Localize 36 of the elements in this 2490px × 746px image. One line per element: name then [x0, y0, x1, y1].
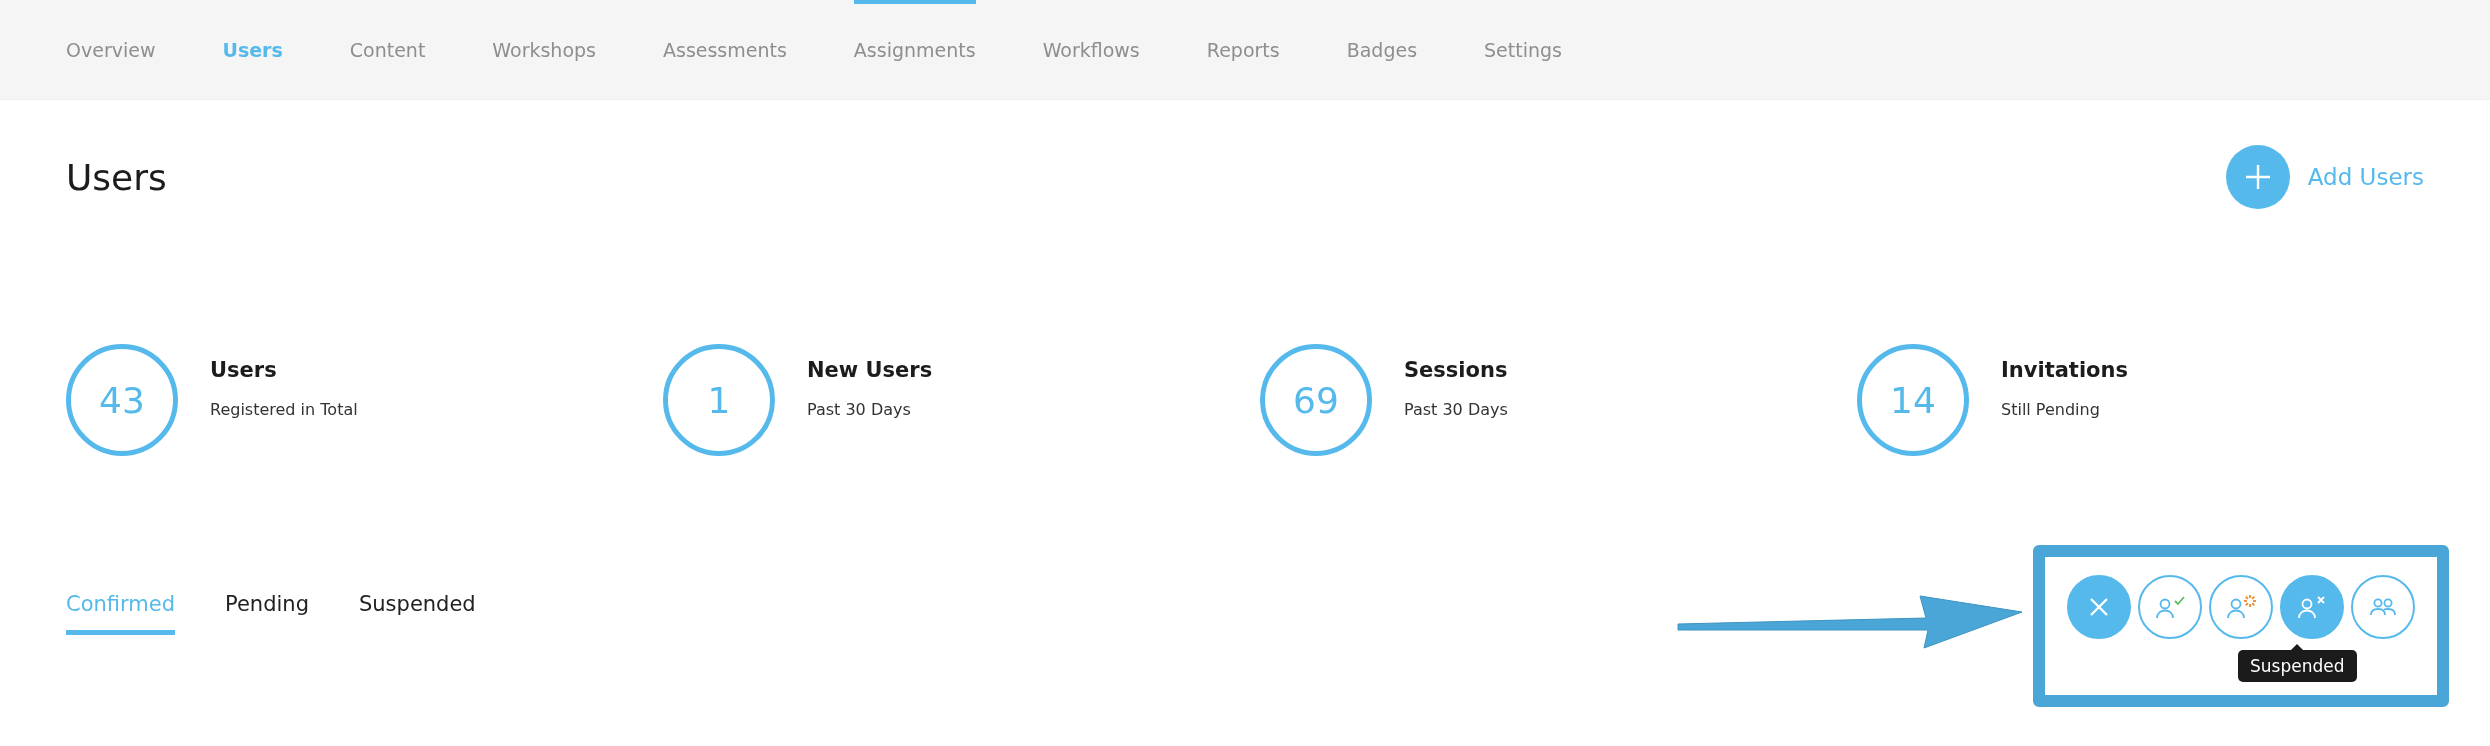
close-button[interactable]	[2067, 575, 2131, 639]
nav-tab[interactable]: Content	[349, 0, 426, 100]
stat-value: 1	[663, 344, 775, 456]
status-filter-button[interactable]	[2280, 575, 2344, 639]
nav-tab[interactable]: Settings	[1484, 0, 1562, 100]
status-filter-button[interactable]	[2138, 575, 2202, 639]
stat-title: Users	[210, 358, 278, 382]
nav-tab[interactable]: Workflows	[1042, 0, 1140, 100]
tooltip: Suspended	[2238, 650, 2357, 682]
nav-tab[interactable]: Users	[222, 0, 283, 100]
page-title: Users	[66, 156, 167, 198]
nav-tab[interactable]: Workshops	[492, 0, 596, 100]
nav-tab[interactable]: Reports	[1206, 0, 1280, 100]
stat-value: 43	[66, 344, 178, 456]
nav-tab[interactable]: Overview	[66, 0, 156, 100]
status-filter-button[interactable]	[2209, 575, 2273, 639]
stat-value: 69	[1260, 344, 1372, 456]
nav-tab[interactable]: Assessments	[663, 0, 787, 100]
stat-title: Invitations	[2001, 358, 2128, 382]
user-status-tab[interactable]: Confirmed	[66, 592, 176, 635]
stat-subtitle: Past 30 Days	[807, 400, 912, 419]
nav-tab[interactable]: Badges	[1346, 0, 1418, 100]
user-status-tab[interactable]: Suspended	[359, 592, 476, 635]
stat-subtitle: Still Pending	[2001, 400, 2101, 419]
stat-title: New Users	[807, 358, 933, 382]
close-icon	[2088, 596, 2110, 618]
user-loading-icon	[2224, 593, 2258, 621]
nav-tab[interactable]: Assignments	[853, 0, 976, 100]
status-filter-button[interactable]	[2351, 575, 2415, 639]
stat-subtitle: Registered in Total	[210, 400, 358, 419]
stat-subtitle: Past 30 Days	[1404, 400, 1508, 419]
add-users-button[interactable]: Add Users	[2225, 145, 2424, 209]
user-status-tab[interactable]: Pending	[225, 592, 309, 635]
stat-title: Sessions	[1404, 358, 1508, 382]
stat-value: 14	[1857, 344, 1969, 456]
add-users-label: Add Users	[2307, 164, 2424, 190]
